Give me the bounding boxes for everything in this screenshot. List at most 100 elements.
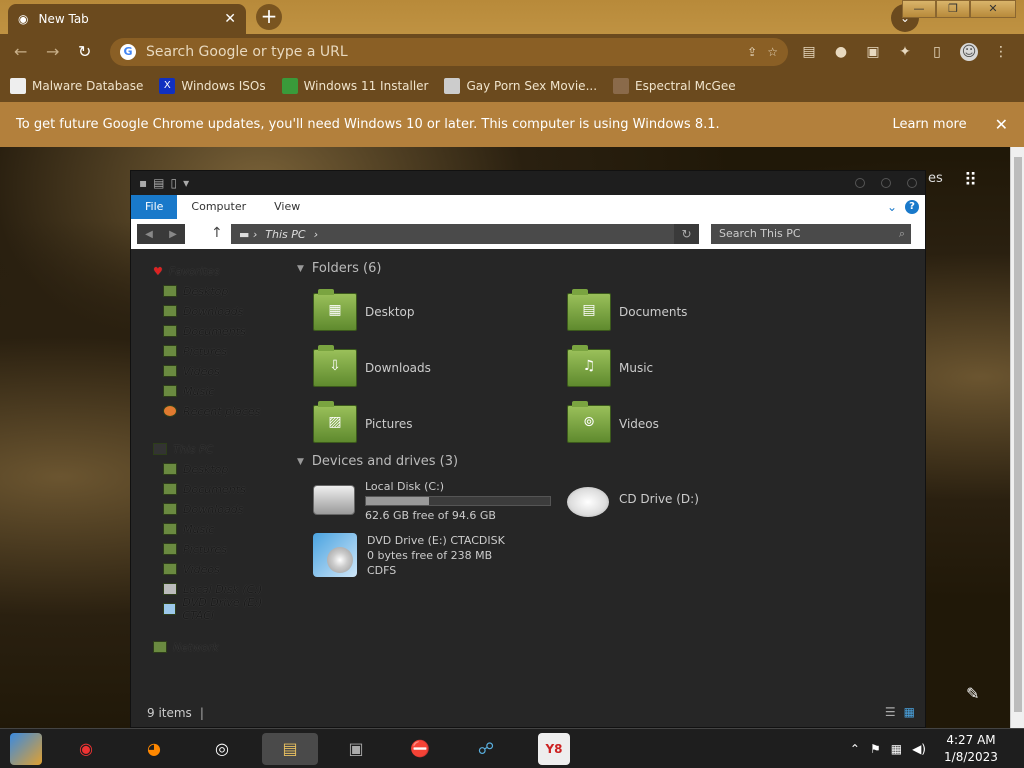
extension-game-icon[interactable]: ▣ xyxy=(864,43,882,61)
collapse-triangle-icon[interactable]: ▼ xyxy=(297,264,304,274)
bookmark-item[interactable]: X Windows ISOs xyxy=(159,78,266,94)
menu-kebab-icon[interactable]: ⋮ xyxy=(992,43,1010,61)
share-icon[interactable]: ⇪ xyxy=(747,45,757,59)
nav-pc-downloads[interactable]: Downloads xyxy=(131,499,291,519)
minimize-button[interactable]: — xyxy=(902,0,936,18)
minimize-dot[interactable] xyxy=(855,178,865,188)
folder-tile-music[interactable]: ♫ Music xyxy=(567,345,653,387)
explorer-window-controls xyxy=(855,178,917,188)
bookmark-item[interactable]: Windows 11 Installer xyxy=(281,78,428,94)
no-entry-app-icon[interactable]: ⛔ xyxy=(404,733,436,765)
tab-new-tab[interactable]: ◉ New Tab ✕ xyxy=(8,4,246,34)
nav-pc-pictures[interactable]: Pictures xyxy=(131,539,291,559)
large-icons-view-icon[interactable]: ▦ xyxy=(904,705,915,719)
expand-ribbon-icon[interactable]: ⌄ xyxy=(887,200,897,214)
folder-tile-downloads[interactable]: ⇩ Downloads xyxy=(313,345,431,387)
close-dot[interactable] xyxy=(907,178,917,188)
customize-pencil-icon[interactable]: ✎ xyxy=(966,684,979,703)
nav-favorites[interactable]: ♥ Favorites xyxy=(131,261,291,281)
refresh-icon[interactable]: ↻ xyxy=(674,224,699,244)
close-window-button[interactable]: ✕ xyxy=(970,0,1016,18)
nav-fav-videos[interactable]: Videos xyxy=(131,361,291,381)
search-input[interactable]: Search This PC ⌕ xyxy=(711,224,911,244)
nav-this-pc[interactable]: This PC xyxy=(131,439,291,459)
properties-icon[interactable]: ▤ xyxy=(153,176,164,190)
folder-tile-desktop[interactable]: ▦ Desktop xyxy=(313,289,415,331)
address-path[interactable]: ▬ › This PC › xyxy=(231,224,699,244)
network-icon[interactable]: ▦ xyxy=(891,742,902,756)
nav-fav-documents[interactable]: Documents xyxy=(131,321,291,341)
close-infobar-icon[interactable]: ✕ xyxy=(995,115,1008,134)
nav-pc-videos[interactable]: Videos xyxy=(131,559,291,579)
desktop-icon xyxy=(163,285,177,297)
devices-group-header[interactable]: ▼ Devices and drives (3) xyxy=(297,454,458,469)
bookmark-item[interactable]: Malware Database xyxy=(10,78,143,94)
back-icon[interactable]: ← xyxy=(14,42,27,61)
nav-pc-dvd-drive[interactable]: DVD Drive (E:) CTACI xyxy=(131,596,291,622)
learn-more-link[interactable]: Learn more xyxy=(892,117,966,132)
network-people-app-icon[interactable]: ☍ xyxy=(470,733,502,765)
volume-icon[interactable]: ◀) xyxy=(912,742,926,756)
control-panel-app-icon[interactable]: ▣ xyxy=(340,733,372,765)
chrome-app-icon[interactable]: ◉ xyxy=(70,733,102,765)
folder-tile-documents[interactable]: ▤ Documents xyxy=(567,289,687,331)
nav-network[interactable]: Network xyxy=(131,637,291,657)
nav-fav-downloads[interactable]: Downloads xyxy=(131,301,291,321)
clock[interactable]: 4:27 AM 1/8/2023 xyxy=(936,732,1006,766)
up-arrow-icon[interactable]: ↑ xyxy=(211,225,223,241)
nav-fav-pictures[interactable]: Pictures xyxy=(131,341,291,361)
page-scrollbar[interactable] xyxy=(1010,147,1024,728)
quick-access-dropdown-icon[interactable]: ▾ xyxy=(183,176,189,190)
scroll-thumb[interactable] xyxy=(1014,157,1022,712)
folder-tile-videos[interactable]: ⊚ Videos xyxy=(567,401,659,443)
drive-tile-dvd[interactable]: DVD Drive (E:) CTACDISK 0 bytes free of … xyxy=(313,533,505,578)
folders-group-header[interactable]: ▼ Folders (6) xyxy=(297,261,381,276)
bookmark-star-icon[interactable]: ☆ xyxy=(767,45,778,59)
extension-flag-icon[interactable]: ▤ xyxy=(800,43,818,61)
nav-fav-recent[interactable]: Recent places xyxy=(131,401,291,421)
extension-avatar-icon[interactable]: ● xyxy=(832,43,850,61)
tab-file[interactable]: File xyxy=(131,195,178,219)
firefox-app-icon[interactable]: ◕ xyxy=(138,733,170,765)
restore-button[interactable]: ❐ xyxy=(936,0,970,18)
file-explorer-app-icon[interactable]: ▤ xyxy=(262,733,318,765)
new-tab-button[interactable]: + xyxy=(256,4,282,30)
forward-icon[interactable]: → xyxy=(46,42,59,61)
side-panel-icon[interactable]: ▯ xyxy=(928,43,946,61)
bookmark-item[interactable]: Gay Porn Sex Movie... xyxy=(444,78,597,94)
new-folder-icon[interactable]: ▯ xyxy=(170,176,177,190)
breadcrumb-chevron-icon[interactable]: › xyxy=(314,228,318,241)
back-icon[interactable]: ◀ xyxy=(145,229,153,240)
back-forward-buttons[interactable]: ◀ ▶ xyxy=(137,224,185,244)
flag-icon[interactable]: ⚑ xyxy=(870,742,881,756)
nav-pc-documents[interactable]: Documents xyxy=(131,479,291,499)
tab-computer[interactable]: Computer xyxy=(177,195,260,219)
nav-pc-music[interactable]: Music xyxy=(131,519,291,539)
forward-icon[interactable]: ▶ xyxy=(169,229,177,240)
help-icon[interactable]: ? xyxy=(905,200,919,214)
bookmark-item[interactable]: Espectral McGee xyxy=(613,78,736,94)
folder-tile-pictures[interactable]: ▨ Pictures xyxy=(313,401,413,443)
obama-logo-app-icon[interactable]: ◎ xyxy=(206,733,238,765)
extensions-puzzle-icon[interactable]: ✦ xyxy=(896,43,914,61)
drive-tile-local-disk[interactable]: Local Disk (C:) 62.6 GB free of 94.6 GB xyxy=(313,479,551,523)
collapse-triangle-icon[interactable]: ▼ xyxy=(297,457,304,467)
show-hidden-icons-icon[interactable]: ⌃ xyxy=(850,742,860,756)
details-view-icon[interactable]: ☰ xyxy=(885,705,896,719)
reload-icon[interactable]: ↻ xyxy=(78,42,91,61)
maximize-dot[interactable] xyxy=(881,178,891,188)
search-icon[interactable]: ⌕ xyxy=(899,224,905,244)
y8-app-icon[interactable]: Y8 xyxy=(538,733,570,765)
close-tab-icon[interactable]: ✕ xyxy=(224,11,236,27)
drive-tile-cd[interactable]: CD Drive (D:) xyxy=(567,481,699,517)
nav-fav-desktop[interactable]: Desktop xyxy=(131,281,291,301)
apps-grid-icon[interactable]: ⠿ xyxy=(964,170,977,191)
profile-avatar-icon[interactable]: ☺ xyxy=(960,43,978,61)
package-icon xyxy=(444,78,461,94)
nav-fav-music[interactable]: Music xyxy=(131,381,291,401)
tab-view[interactable]: View xyxy=(260,195,314,219)
nav-pc-desktop[interactable]: Desktop xyxy=(131,459,291,479)
omnibox[interactable]: G Search Google or type a URL ⇪ ☆ xyxy=(110,38,788,66)
start-button[interactable] xyxy=(10,733,42,765)
breadcrumb-this-pc[interactable]: This PC xyxy=(265,228,305,241)
